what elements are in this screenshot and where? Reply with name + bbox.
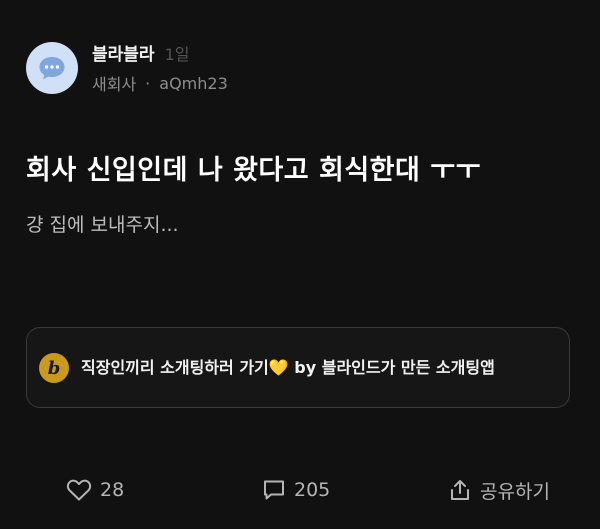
author-name[interactable]: 블라블라 (92, 40, 155, 65)
share-label: 공유하기 (480, 480, 550, 503)
promo-logo-letter: b (47, 357, 61, 379)
post-header: 블라블라 1일 새회사 · aQmh23 (26, 40, 228, 95)
post-title: 회사 신입인데 나 왔다고 회식한대 ㅜㅜ (26, 155, 481, 186)
meta-top-row: 블라블라 1일 (92, 40, 228, 65)
heart-icon (66, 479, 92, 501)
post-meta: 블라블라 1일 새회사 · aQmh23 (92, 40, 228, 95)
post-body: 걍 집에 보내주지... (26, 214, 179, 236)
comment-icon (264, 480, 284, 500)
post-time: 1일 (164, 45, 190, 64)
promo-banner[interactable]: b 직장인끼리 소개팅하러 가기💛 by 블라인드가 만든 소개팅앱 (26, 327, 570, 408)
share-button[interactable]: 공유하기 (448, 472, 550, 508)
blind-logo-icon: b (39, 353, 69, 383)
like-count: 28 (100, 479, 125, 501)
promo-text: 직장인끼리 소개팅하러 가기💛 by 블라인드가 만든 소개팅앱 (81, 358, 495, 377)
post-actions: 28 205 공유하기 (0, 472, 600, 508)
meta-bottom-row: 새회사 · aQmh23 (92, 71, 228, 95)
comment-count: 205 (294, 479, 331, 501)
share-icon (451, 480, 469, 500)
like-button[interactable]: 28 (66, 472, 124, 508)
comment-button[interactable]: 205 (262, 472, 330, 508)
chat-bubble-icon (39, 56, 65, 79)
user-id: aQmh23 (159, 73, 228, 93)
meta-separator: · (145, 73, 151, 93)
company-name[interactable]: 새회사 (92, 71, 136, 95)
avatar[interactable] (26, 41, 78, 94)
